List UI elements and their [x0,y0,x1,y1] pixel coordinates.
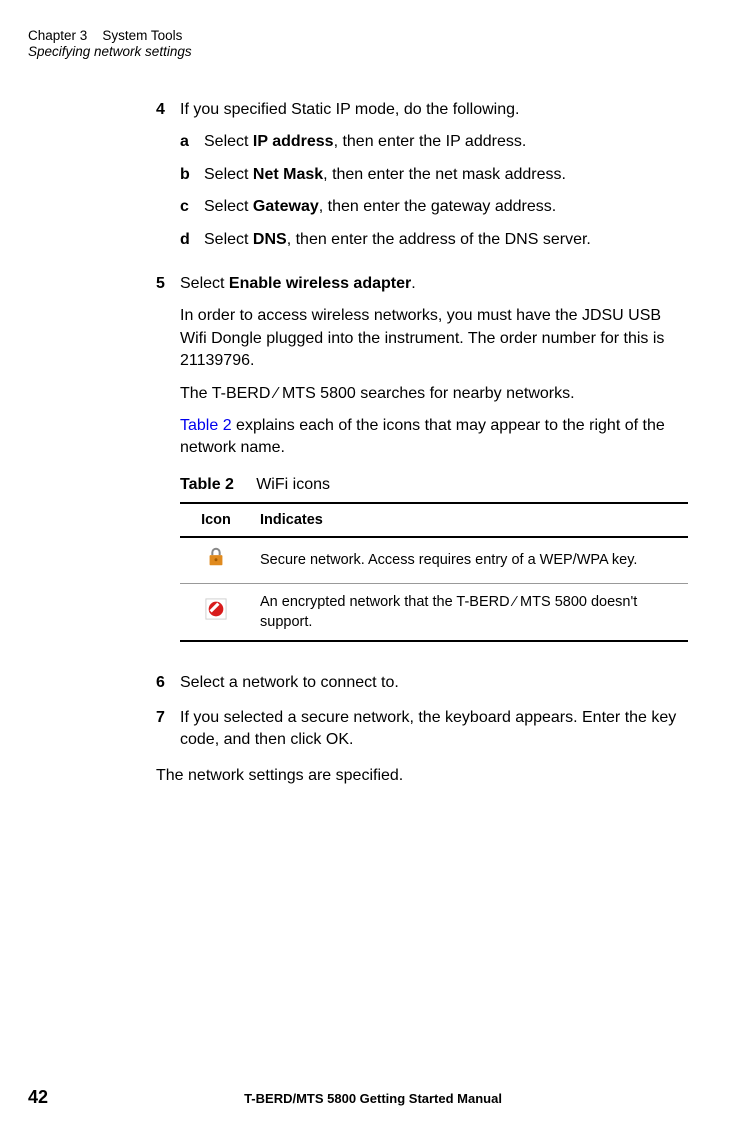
step-7: 7 If you selected a secure network, the … [156,707,688,752]
substep-b: b Select Net Mask, then enter the net ma… [180,164,688,186]
bold-text: IP address [253,133,334,150]
text: explains each of the icons that may appe… [180,417,665,456]
bold-text: Gateway [253,198,319,215]
text: Select [204,198,253,215]
bold-text: Enable wireless adapter [229,275,411,292]
table-header-indicates: Indicates [252,503,688,537]
step-4: 4 If you specified Static IP mode, do th… [156,99,688,261]
table-row: An encrypted network that the T-BERD ⁄ M… [180,583,688,641]
step-number: 5 [156,273,180,642]
chapter-title: System Tools [102,28,182,43]
table-reference-link[interactable]: Table 2 [180,417,232,434]
substep-c: c Select Gateway, then enter the gateway… [180,196,688,218]
step-5: 5 Select Enable wireless adapter. In ord… [156,273,688,642]
text: , then enter the net mask address. [323,166,566,183]
step-number: 4 [156,99,180,261]
table-label: Table 2 [180,476,234,493]
wifi-icons-table: Icon Indicates [180,502,688,642]
substep-label: a [180,131,204,153]
step-6: 6 Select a network to connect to. [156,672,688,694]
step-number: 7 [156,707,180,752]
text: Select [204,166,253,183]
paragraph: In order to access wireless networks, yo… [180,305,688,372]
paragraph: Table 2 explains each of the icons that … [180,415,688,460]
substep-label: d [180,229,204,251]
step-number: 6 [156,672,180,694]
substep-label: c [180,196,204,218]
substep-d: d Select DNS, then enter the address of … [180,229,688,251]
text: , then enter the gateway address. [319,198,556,215]
substep-label: b [180,164,204,186]
substep-a: a Select IP address, then enter the IP a… [180,131,688,153]
text: Select [204,133,253,150]
chapter-prefix: Chapter 3 [28,28,87,43]
page-number: 42 [28,1087,48,1108]
table-header-icon: Icon [180,503,252,537]
lock-icon [205,546,227,574]
table-cell: Secure network. Access requires entry of… [252,537,688,583]
section-header: Specifying network settings [28,44,698,59]
chapter-header: Chapter 3 System Tools [28,28,698,43]
text: Select [180,275,229,292]
bold-text: Net Mask [253,166,323,183]
step-intro: If you specified Static IP mode, do the … [180,101,519,118]
text: . [411,275,415,292]
paragraph: The T-BERD ⁄ MTS 5800 searches for nearb… [180,383,688,405]
text: , then enter the IP address. [334,133,527,150]
step-text: If you selected a secure network, the ke… [180,707,688,752]
closing-paragraph: The network settings are specified. [156,765,688,787]
footer-title: T-BERD/MTS 5800 Getting Started Manual [48,1091,698,1106]
bold-text: DNS [253,231,287,248]
table-caption: Table 2 WiFi icons [180,474,688,496]
text: Select [204,231,253,248]
step-text: Select a network to connect to. [180,672,688,694]
table-cell: An encrypted network that the T-BERD ⁄ M… [252,583,688,641]
page-footer: 42 T-BERD/MTS 5800 Getting Started Manua… [28,1087,698,1108]
text: , then enter the address of the DNS serv… [287,231,591,248]
table-title: WiFi icons [256,476,330,493]
table-row: Secure network. Access requires entry of… [180,537,688,583]
prohibited-icon [205,598,227,626]
